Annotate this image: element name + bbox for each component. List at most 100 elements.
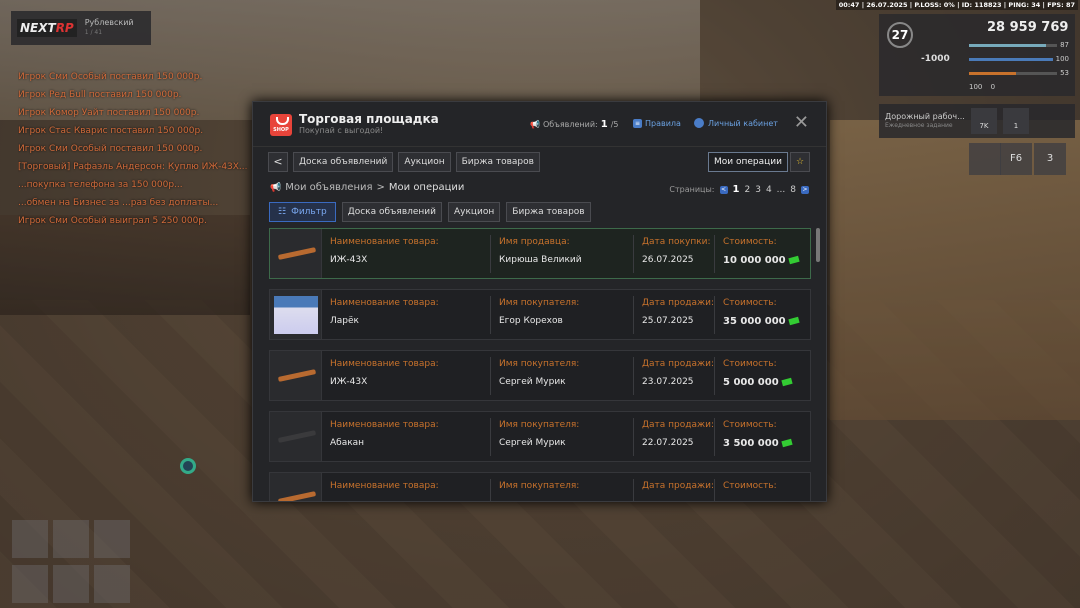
- inventory-slot[interactable]: [94, 520, 130, 558]
- party-name: Кирюша Великий: [499, 255, 582, 265]
- page-4[interactable]: 4: [766, 185, 772, 195]
- page-last[interactable]: 8: [790, 185, 796, 195]
- chat-line: Игрок Сми Особый выиграл 5 250 000р.: [18, 216, 207, 226]
- date-label: Дата покупки:: [642, 237, 711, 247]
- back-button[interactable]: <: [268, 152, 288, 172]
- list-scrollbar[interactable]: [816, 228, 820, 262]
- breadcrumb-current: Мои операции: [388, 182, 465, 193]
- book-icon: ≡: [633, 119, 642, 128]
- notifications-bell-icon[interactable]: 3: [1034, 143, 1066, 175]
- rules-link[interactable]: ≡ Правила: [633, 119, 681, 128]
- party-label: Имя продавца:: [499, 237, 570, 247]
- favorites-star-icon[interactable]: ☆: [790, 152, 810, 172]
- party-label: Имя покупателя:: [499, 298, 580, 308]
- date-column: Дата продажи: 25.07.2025: [642, 298, 714, 326]
- nav-board-button[interactable]: Доска объявлений: [293, 152, 394, 172]
- filter-exchange-button[interactable]: Биржа товаров: [506, 202, 591, 222]
- inventory-slot[interactable]: [94, 564, 130, 603]
- nav-exchange-button[interactable]: Биржа товаров: [455, 152, 540, 172]
- close-icon[interactable]: ✕: [794, 114, 809, 132]
- kiosk-image: [274, 296, 318, 334]
- price-value: 3 500 000: [723, 438, 793, 449]
- price-column: Стоимость: 5 000 000: [723, 359, 793, 388]
- inventory-slot[interactable]: [12, 520, 48, 558]
- cash-icon: [781, 377, 793, 387]
- column-divider: [633, 357, 634, 395]
- column-divider: [633, 296, 634, 334]
- window-subtitle: Покупай с выгодой!: [299, 126, 384, 135]
- date-label: Дата продажи:: [642, 420, 714, 430]
- column-divider: [490, 418, 491, 456]
- inventory-slot[interactable]: [12, 564, 48, 603]
- chat-line: Игрок Ред Бull поставил 150 000р.: [18, 90, 182, 100]
- breadcrumb: 📢 Мои объявления > Мои операции: [270, 182, 464, 193]
- price-label: Стоимость:: [723, 237, 777, 247]
- operations-list: Наименование товара: ИЖ-43Х Имя продавца: К…: [269, 228, 811, 501]
- price-column: Стоимость:: [723, 481, 777, 499]
- prev-page-icon[interactable]: <: [719, 185, 728, 194]
- nav-auction-button[interactable]: Аукцион: [398, 152, 451, 172]
- megaphone-icon: 📢: [270, 182, 282, 193]
- filter-auction-button[interactable]: Аукцион: [448, 202, 501, 222]
- chat-line: Игрок Сми Особый поставил 150 000р.: [18, 72, 203, 82]
- item-name: ИЖ-43Х: [330, 255, 368, 265]
- date-column: Дата покупки: 26.07.2025: [642, 237, 711, 265]
- page-2[interactable]: 2: [744, 185, 750, 195]
- item-label: Наименование товара:: [330, 481, 439, 491]
- inventory-slot[interactable]: [53, 520, 89, 558]
- quick-key-button[interactable]: F6: [1000, 143, 1032, 175]
- inventory-slot[interactable]: [53, 564, 89, 603]
- item-label: Наименование товара:: [330, 420, 439, 430]
- operation-row[interactable]: Наименование товара: Имя покупателя: Дата …: [269, 472, 811, 501]
- shotgun-icon: [277, 369, 317, 382]
- my-operations-button[interactable]: Мои операции: [708, 152, 788, 172]
- operation-row[interactable]: Наименование товара: ИЖ-43Х Имя продавца: К…: [269, 228, 811, 279]
- party-name: Сергей Мурик: [499, 438, 566, 448]
- operation-row[interactable]: Наименование товара: ИЖ-43Х Имя покупателя…: [269, 350, 811, 401]
- page-1[interactable]: 1: [733, 184, 740, 195]
- party-column: Имя продавца: Кирюша Великий: [499, 237, 582, 265]
- item-thumbnail: [270, 473, 322, 501]
- column-divider: [490, 479, 491, 501]
- column-divider: [633, 418, 634, 456]
- column-divider: [633, 235, 634, 273]
- operation-row[interactable]: Наименование товара: Ларёк Имя покупателя:…: [269, 289, 811, 340]
- date-value: 22.07.2025: [642, 438, 694, 448]
- item-column: Наименование товара: ИЖ-43Х: [330, 359, 439, 387]
- date-value: 25.07.2025: [642, 316, 694, 326]
- party-column: Имя покупателя: Сергей Мурик: [499, 420, 579, 448]
- item-thumbnail: [270, 412, 322, 461]
- page-3[interactable]: 3: [755, 185, 761, 195]
- marketplace-window: SHOP Торговая площадка Покупай с выгодой…: [252, 101, 827, 502]
- chat-line: Игрок Стас Кварис поставил 150 000р.: [18, 126, 204, 136]
- party-column: Имя покупателя: Сергей Мурик: [499, 359, 579, 387]
- health-bar: 87: [969, 38, 1069, 52]
- map-marker-icon: [180, 458, 196, 474]
- breadcrumb-parent[interactable]: Мои объявления: [285, 182, 372, 193]
- user-icon: [694, 118, 704, 128]
- shop-icon: SHOP: [270, 114, 292, 136]
- chat-log: Игрок Сми Особый поставил 150 000р. Игро…: [18, 68, 258, 230]
- party-name: Сергей Мурик: [499, 377, 566, 387]
- filter-bar: ☷ Фильтр Доска объявлений Аукцион Биржа т…: [269, 202, 591, 222]
- hunger-bar: 53: [969, 66, 1069, 80]
- operation-row[interactable]: Наименование товара: Абакан Имя покупателя…: [269, 411, 811, 462]
- item-column: Наименование товара: Абакан: [330, 420, 439, 448]
- column-divider: [714, 235, 715, 273]
- next-page-icon[interactable]: >: [801, 185, 809, 194]
- item-label: Наименование товара:: [330, 237, 439, 247]
- column-divider: [714, 357, 715, 395]
- personal-cabinet-link[interactable]: Личный кабинет: [694, 118, 778, 128]
- price-value: 5 000 000: [723, 377, 793, 388]
- map-button[interactable]: [969, 143, 1001, 175]
- price-column: Стоимость: 35 000 000: [723, 298, 800, 327]
- filter-board-button[interactable]: Доска объявлений: [341, 202, 442, 222]
- daily-quest[interactable]: Дорожный рабоч... Ежедневное задание 7K 1: [879, 104, 1075, 138]
- date-column: Дата продажи: 22.07.2025: [642, 420, 714, 448]
- chat-line: ...обмен на Бизнес за ...раз без доплаты…: [18, 198, 219, 208]
- price-label: Стоимость:: [723, 420, 777, 430]
- item-name: Ларёк: [330, 316, 359, 326]
- quest-reward-item: 1: [1003, 108, 1029, 134]
- server-online: 1 / 41: [84, 29, 103, 36]
- filter-button[interactable]: ☷ Фильтр: [269, 202, 336, 222]
